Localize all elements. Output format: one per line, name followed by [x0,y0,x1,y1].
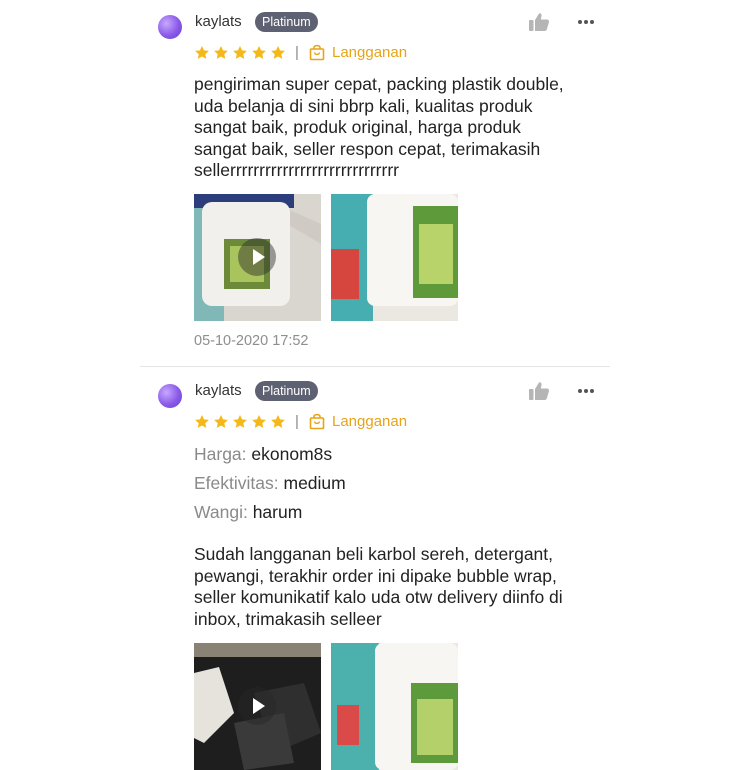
attribute-effectiveness: Efektivitas: medium [194,473,346,494]
review-text-line: seller komunikatif kalo uda otw delivery… [194,587,563,607]
subscription-label: Langganan [332,44,408,61]
review-text-line: sellerrrrrrrrrrrrrrrrrrrrrrrrrrrrr [194,160,399,180]
review-video-thumbnail[interactable] [194,643,321,770]
review-text: Sudah langganan beli karbol sereh, deter… [194,544,604,630]
review-card: kaylats Platinum | Langganan pengiriman … [140,0,610,367]
star-icon [271,415,285,428]
review-timestamp: 05-10-2020 17:52 [194,333,309,349]
review-text-line: pengiriman super cepat, packing plastik … [194,74,564,94]
play-button[interactable] [238,238,276,276]
thumbs-up-icon[interactable] [528,381,550,401]
separator: | [295,413,299,430]
star-icon [252,415,266,428]
review-text-line: pewangi, terakhir order ini dipake bubbl… [194,565,557,586]
avatar[interactable] [158,384,182,408]
shopping-bag-icon [309,413,325,430]
star-icon [233,415,247,428]
more-horizontal-icon[interactable] [576,381,596,401]
review-text-line: uda belanja di sini bbrp kali, kualitas … [194,95,533,116]
more-horizontal-icon[interactable] [576,12,596,32]
star-icon [214,46,228,59]
username[interactable]: kaylats [195,13,242,30]
star-rating [194,414,286,430]
avatar[interactable] [158,15,182,39]
platinum-badge: Platinum [255,12,318,32]
attribute-value: ekonom8s [251,444,333,464]
review-text-line: Sudah langganan beli karbol sereh, deter… [194,544,554,564]
shopping-bag-icon [309,44,325,61]
username[interactable]: kaylats [195,382,242,399]
star-icon [271,46,285,59]
play-icon [253,249,265,265]
thumbs-up-icon[interactable] [528,12,550,32]
review-text-line: sangat baik, produk original, harga prod… [194,117,521,137]
star-rating [194,45,286,61]
review-feed: kaylats Platinum | Langganan pengiriman … [0,0,750,770]
review-photo-thumbnail[interactable] [331,643,458,770]
play-icon [253,698,265,714]
review-video-thumbnail[interactable] [194,194,321,321]
star-icon [214,415,228,428]
product-photo [331,194,458,321]
subscription-label: Langganan [332,413,408,430]
attribute-key: Wangi: [194,502,248,522]
review-text: pengiriman super cepat, packing plastik … [194,74,604,182]
review-photo-thumbnail[interactable] [331,194,458,321]
product-photo [331,643,458,770]
review-text-line: sangat baik, seller respon cepat, terima… [194,138,541,159]
review-text-line: inbox, trimakasih selleer [194,608,382,629]
attribute-value: medium [283,473,346,493]
play-button[interactable] [238,687,276,725]
star-icon [195,415,209,428]
star-icon [195,46,209,59]
star-icon [233,46,247,59]
attribute-key: Efektivitas: [194,473,279,493]
separator: | [295,44,299,61]
platinum-badge: Platinum [255,381,318,401]
review-card: kaylats Platinum | Langganan Harga: ekon… [140,366,610,770]
attribute-scent: Wangi: harum [194,502,302,523]
attribute-key: Harga: [194,444,247,464]
star-icon [252,46,266,59]
attribute-price: Harga: ekonom8s [194,444,332,465]
attribute-value: harum [252,502,303,522]
